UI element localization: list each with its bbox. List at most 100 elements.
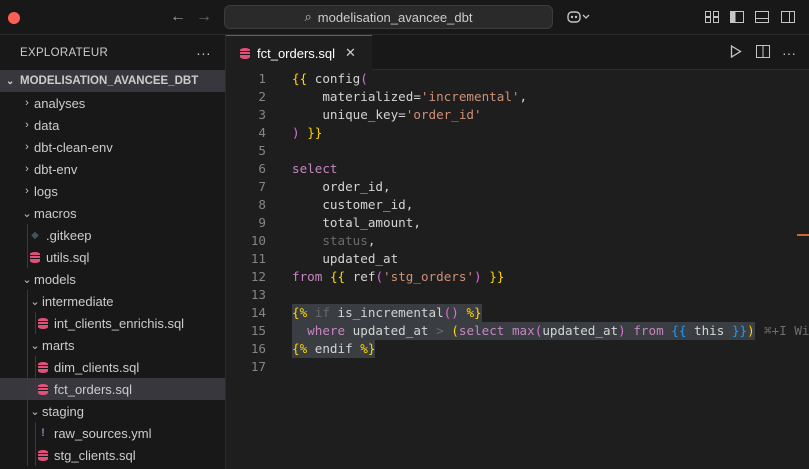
- sql-file-icon: [36, 361, 50, 373]
- code-line: order_id,: [292, 179, 391, 194]
- code-line: ) }}: [292, 125, 323, 140]
- tab-label: fct_orders.sql: [257, 45, 336, 61]
- yml-file-icon: !: [41, 427, 45, 439]
- code-line: status,: [322, 233, 376, 248]
- code-line: customer_id,: [292, 197, 414, 212]
- split-editor-icon[interactable]: [756, 45, 770, 61]
- tree-item-label: fct_orders.sql: [54, 381, 133, 397]
- close-window-button[interactable]: [8, 12, 20, 24]
- copilot-icon[interactable]: [566, 9, 592, 25]
- tree-folder[interactable]: ⌄ marts: [0, 334, 225, 356]
- back-arrow-icon[interactable]: ←: [170, 8, 186, 26]
- title-bar: ← → ⌕ modelisation_avancee_dbt: [0, 0, 809, 35]
- tree-file[interactable]: fct_orders.sql: [0, 378, 225, 400]
- tree-folder[interactable]: › dbt-clean-env: [0, 136, 225, 158]
- explorer-header: EXPLORATEUR ···: [0, 35, 225, 70]
- tree-folder[interactable]: › data: [0, 114, 225, 136]
- tree-item-label: analyses: [34, 95, 86, 111]
- tree-item-label: dbt-env: [34, 161, 78, 177]
- tree-folder[interactable]: › dbt-env: [0, 158, 225, 180]
- code-line: updated_at: [292, 251, 399, 266]
- toggle-secondary-sidebar-icon[interactable]: [780, 9, 796, 25]
- tree-folder[interactable]: ⌄ staging: [0, 400, 225, 422]
- indent-guide: [35, 378, 36, 400]
- tree-folder[interactable]: ⌄ models: [0, 268, 225, 290]
- indent-guide: [27, 378, 28, 400]
- code-line: {% if is_incremental() %}: [292, 304, 482, 322]
- chevron-down-icon: ⌄: [30, 405, 40, 418]
- customize-layout-icon[interactable]: [704, 9, 720, 25]
- tree-item-label: dbt-clean-env: [34, 139, 113, 155]
- tree-item-label: int_clients_enrichis.sql: [54, 315, 185, 331]
- search-icon: ⌕: [304, 9, 312, 24]
- search-text: modelisation_avancee_dbt: [317, 9, 473, 25]
- chevron-down-icon: ⌄: [22, 207, 32, 220]
- line-number: 5: [258, 143, 266, 158]
- tree-item-label: intermediate: [42, 293, 114, 309]
- toggle-panel-icon[interactable]: [754, 9, 770, 25]
- chevron-right-icon: ›: [25, 119, 29, 131]
- indent-guide: [35, 356, 36, 378]
- toggle-primary-sidebar-icon[interactable]: [729, 9, 745, 25]
- code-editor[interactable]: 1 2 3 4 5 6 7 8 9 10 11 12 13 14 15 16 17 {{ config( mat…: [226, 70, 809, 469]
- run-icon[interactable]: [730, 44, 742, 61]
- tree-file[interactable]: dim_clients.sql: [0, 356, 225, 378]
- indent-guide: [27, 312, 28, 334]
- indent-guide: [35, 422, 36, 444]
- inline-chat-hint: ⌘+I Wi: [764, 323, 809, 338]
- chevron-down-icon: ⌄: [30, 339, 40, 352]
- close-icon[interactable]: ✕: [345, 45, 356, 61]
- forward-arrow-icon[interactable]: →: [196, 8, 212, 26]
- line-number: 17: [250, 359, 266, 374]
- explorer-more-icon[interactable]: ···: [196, 45, 211, 61]
- workspace-root-folder[interactable]: ⌄ MODELISATION_AVANCEE_DBT: [0, 70, 225, 92]
- code-line: unique_key='order_id': [292, 107, 482, 122]
- more-actions-icon[interactable]: ···: [782, 45, 796, 61]
- tree-folder[interactable]: › logs: [0, 180, 225, 202]
- tree-item-label: marts: [42, 337, 75, 353]
- command-center-search[interactable]: ⌕ modelisation_avancee_dbt: [224, 5, 553, 29]
- tree-file[interactable]: int_clients_enrichis.sql: [0, 312, 225, 334]
- tree-file[interactable]: utils.sql: [0, 246, 225, 268]
- code-line: from {{ ref('stg_orders') }}: [292, 269, 505, 284]
- file-tree: › analyses › data › dbt-clean-env › dbt-env › log…: [0, 92, 225, 466]
- tree-item-label: staging: [42, 403, 84, 419]
- tree-folder[interactable]: ⌄ macros: [0, 202, 225, 224]
- chevron-down-icon: ⌄: [22, 273, 32, 286]
- tree-file[interactable]: stg_clients.sql: [0, 444, 225, 466]
- overview-ruler-marker: [797, 234, 809, 236]
- indent-guide: [35, 444, 36, 466]
- code-line: where updated_at > (select max(updated_a…: [226, 322, 809, 340]
- sql-file-icon: [28, 251, 42, 263]
- indent-guide: [27, 290, 28, 312]
- tree-folder[interactable]: › analyses: [0, 92, 225, 114]
- tree-item-label: macros: [34, 205, 77, 221]
- indent-guide: [27, 422, 28, 444]
- code-line: total_amount,: [292, 215, 421, 230]
- sql-file-icon: [36, 383, 50, 395]
- tree-item-label: .gitkeep: [46, 227, 92, 243]
- sql-file-icon: [36, 317, 50, 329]
- chevron-right-icon: ›: [25, 97, 29, 109]
- explorer-title: EXPLORATEUR: [20, 46, 109, 59]
- tree-item-label: dim_clients.sql: [54, 359, 140, 375]
- chevron-right-icon: ›: [25, 185, 29, 197]
- tree-file[interactable]: ◆ .gitkeep: [0, 224, 225, 246]
- indent-guide: [27, 224, 28, 246]
- chevron-down-icon: ⌄: [30, 295, 40, 308]
- sql-file-icon: [36, 449, 50, 461]
- indent-guide: [27, 334, 28, 356]
- code-line: {% endif %}: [292, 340, 376, 358]
- indent-guide: [27, 356, 28, 378]
- explorer-sidebar: EXPLORATEUR ··· ⌄ MODELISATION_AVANCEE_D…: [0, 35, 226, 469]
- tab-fct-orders[interactable]: fct_orders.sql ✕: [226, 35, 372, 70]
- tree-file[interactable]: ! raw_sources.yml: [0, 422, 225, 444]
- indent-guide: [27, 444, 28, 466]
- tree-item-label: stg_clients.sql: [54, 447, 136, 463]
- chevron-right-icon: ›: [25, 141, 29, 153]
- indent-guide: [27, 246, 28, 268]
- line-number: 13: [250, 287, 266, 302]
- indent-guide: [35, 312, 36, 334]
- tree-folder[interactable]: ⌄ intermediate: [0, 290, 225, 312]
- chevron-right-icon: ›: [25, 163, 29, 175]
